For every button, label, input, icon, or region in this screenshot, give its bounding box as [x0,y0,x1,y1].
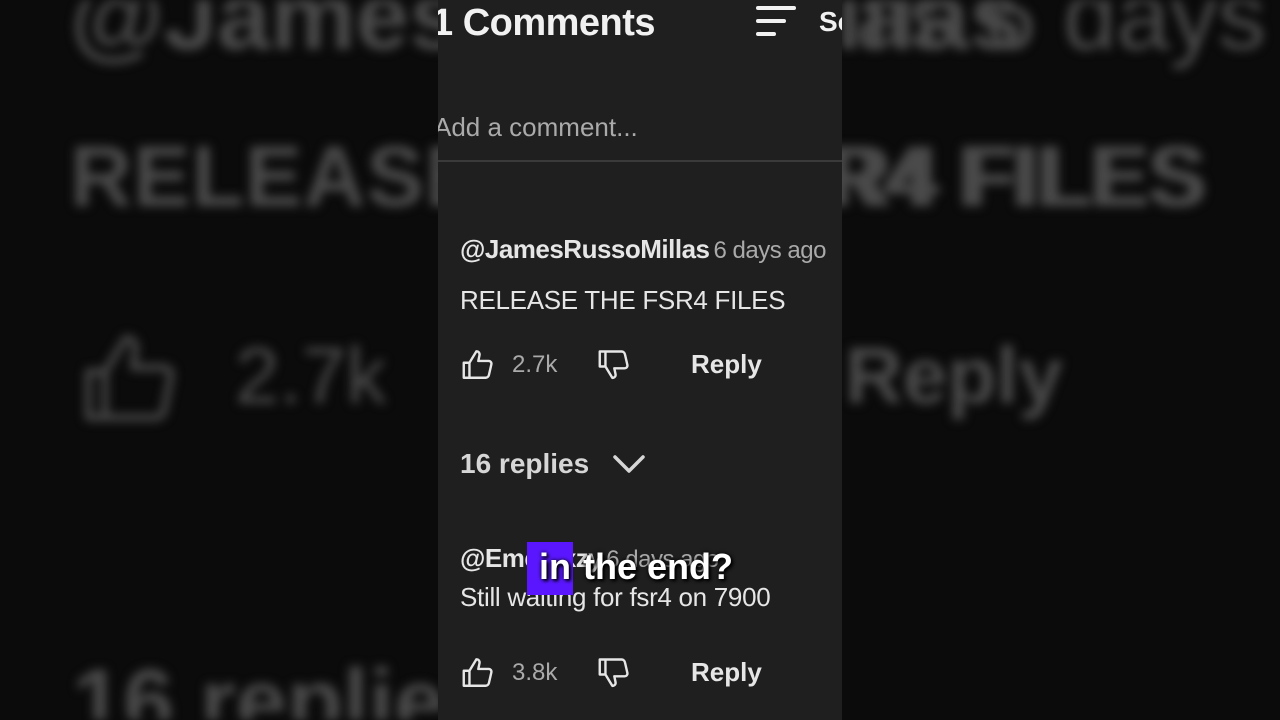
comments-title: 1 Comments [438,2,656,44]
bg-comment-text-right: R4 FILES [830,129,1208,225]
comment-actions: 3.8k Reply [460,653,840,693]
like-count: 2.7k [512,351,558,378]
comment-author[interactable]: @JamesRussoMillas [460,234,710,264]
bg-time: as 6 days ag [855,0,1280,70]
sort-icon[interactable] [754,4,798,38]
comment-time: 6 days ago [713,237,827,264]
comments-panel: 1 Comments So Add a comment... @JamesRus… [438,0,842,720]
add-comment-underline [438,160,842,162]
caption-text: the end? [573,546,733,587]
reply-button[interactable]: Reply [691,349,762,380]
replies-label: 16 replies [460,448,590,479]
like-icon[interactable] [460,653,496,693]
caption-highlight-word: in [527,542,573,595]
sort-button[interactable]: So [819,6,842,38]
bg-reply: Reply [845,331,1063,420]
comment-author-line: @JamesRussoMillas 6 days ago [460,234,842,265]
view-replies-button[interactable]: 16 replies [460,448,646,488]
like-count: 3.8k [512,659,558,686]
dislike-icon[interactable] [596,345,632,385]
dislike-icon[interactable] [596,653,632,693]
bg-replies: 16 replies [72,651,497,720]
comment-actions: 2.7k Reply [460,345,840,385]
comment-item: @JamesRussoMillas 6 days ago RELEASE THE … [460,234,842,316]
reply-button[interactable]: Reply [691,657,762,688]
add-comment-input[interactable]: Add a comment... [438,112,638,143]
like-icon[interactable] [460,345,496,385]
bg-thumb-up-icon [85,335,175,421]
chevron-down-icon [612,455,645,473]
bg-like-count: 2.7k [235,331,387,420]
comment-text: RELEASE THE FSR4 FILES [460,285,786,315]
comments-header: 1 Comments So [438,0,842,52]
video-caption: in the end? [527,542,733,606]
